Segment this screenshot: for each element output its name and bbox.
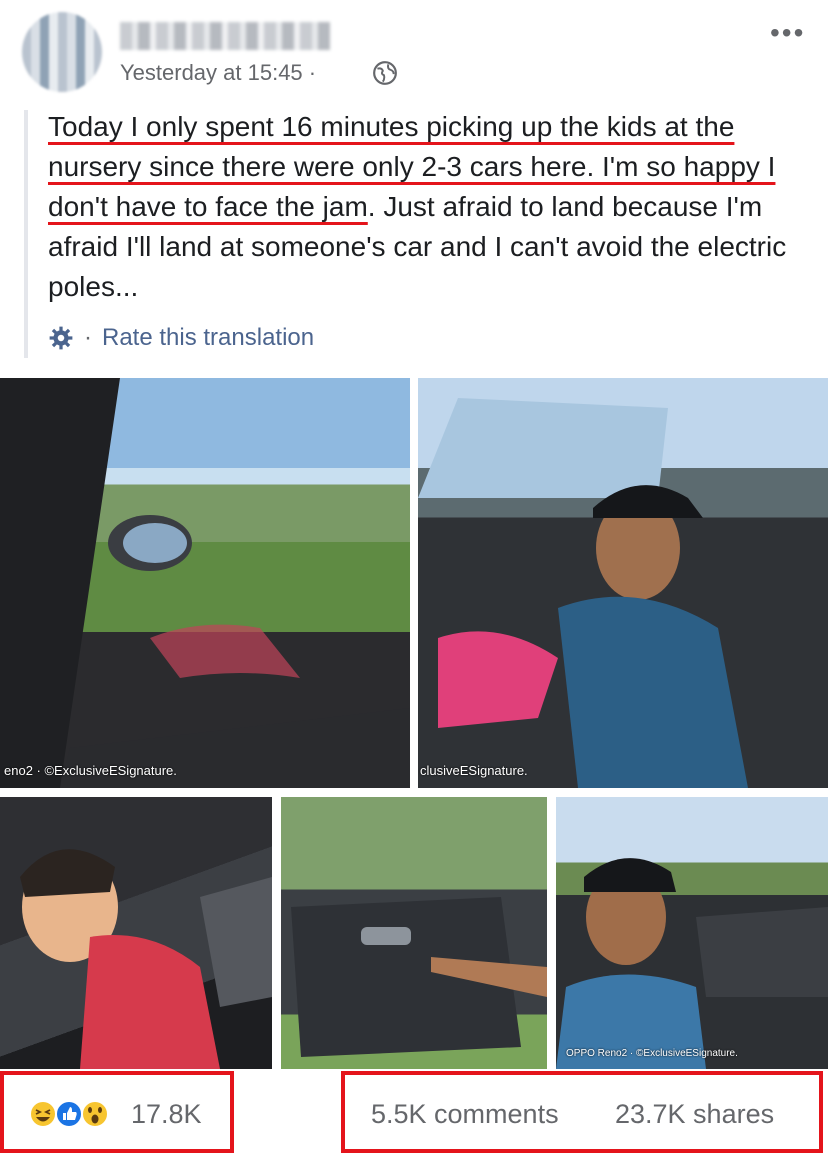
reaction-icons [29,1100,109,1128]
translation-separator: · [84,324,92,351]
photo-watermark: OPPO Reno2 · ©ExclusiveESignature. [566,1048,738,1059]
like-icon [55,1100,83,1128]
comments-shares-summary: 5.5K comments 23.7K shares [341,1071,823,1153]
author-avatar[interactable] [22,12,102,92]
photo-3-scene [20,849,272,1069]
photo-1-scene [0,378,410,788]
globe-icon [373,61,397,85]
post-timestamp[interactable]: Yesterday at 15:45 · [120,60,316,86]
reaction-count: 17.8K [131,1099,202,1129]
wow-icon [81,1100,109,1128]
shares-count[interactable]: 23.7K shares [615,1099,774,1130]
engagement-row: 17.8K 5.5K comments 23.7K shares [0,1069,828,1156]
photo-aerial-window[interactable]: eno2 · ©ExclusiveESignature. [0,378,410,788]
photo-5-scene [556,858,828,1069]
more-icon[interactable]: ••• [770,19,806,50]
photo-4-scene [291,897,547,1057]
rate-translation-link[interactable]: Rate this translation [102,324,314,352]
photo-aerial-door[interactable] [281,797,547,1069]
reactions-summary[interactable]: 17.8K [0,1071,234,1153]
photo-watermark: eno2 · ©ExclusiveESignature. [4,763,177,778]
post-text: Today I only spent 16 minutes picking up… [48,107,818,307]
photo-driver-selfie-2[interactable]: OPPO Reno2 · ©ExclusiveESignature. [556,797,828,1069]
post-header: Yesterday at 15:45 · ••• [0,0,828,100]
photo-watermark: clusiveESignature. [420,763,528,778]
photo-driver-selfie[interactable]: clusiveESignature. [418,378,828,788]
photo-2-scene [418,398,748,788]
gear-icon[interactable] [48,325,74,351]
author-name[interactable] [120,22,330,50]
translation-quote-bar [24,110,28,358]
photo-child-car-seat[interactable] [0,797,272,1069]
haha-icon [29,1100,57,1128]
comments-count[interactable]: 5.5K comments [371,1099,559,1130]
translation-row: · Rate this translation [48,322,314,354]
